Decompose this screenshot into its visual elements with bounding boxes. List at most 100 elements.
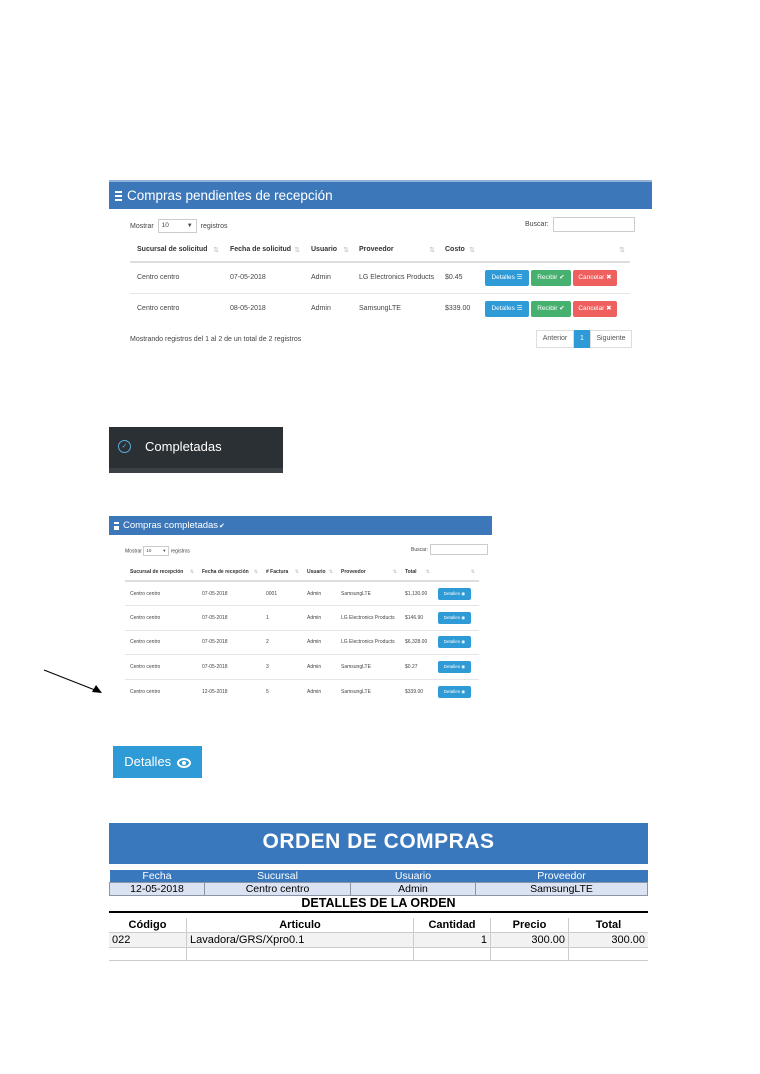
col-precio: Precio bbox=[490, 918, 569, 933]
cell-fecha: 07-05-2018 bbox=[225, 261, 306, 293]
cell-proveedor: SamsungLTE bbox=[337, 678, 401, 704]
header-fecha: Fecha bbox=[142, 870, 172, 882]
search-label: Buscar: bbox=[525, 221, 549, 228]
value-fecha: 12-05-2018 bbox=[109, 882, 205, 896]
completed-tab-label: Completadas bbox=[145, 439, 222, 454]
details-button[interactable]: Detalles ◉ bbox=[438, 685, 471, 698]
details-button[interactable]: Detalles ◉ bbox=[438, 587, 471, 600]
cell-actions: Detalles ◉ bbox=[434, 605, 479, 630]
eye-icon bbox=[176, 757, 191, 768]
details-label: Detalles bbox=[443, 688, 461, 694]
prev-page-button[interactable]: Anterior bbox=[536, 330, 574, 348]
times-icon: ✖ bbox=[606, 273, 612, 281]
cancel-button[interactable]: Cancelar ✖ bbox=[572, 300, 617, 317]
check-circle-icon: ✓ bbox=[118, 440, 131, 453]
cell-sucursal: Centro centro bbox=[125, 654, 198, 679]
details-button[interactable]: Detalles ☰ bbox=[485, 300, 529, 317]
col-factura[interactable]: # Factura ⇅ bbox=[262, 565, 303, 582]
list-icon: ☰ bbox=[516, 273, 523, 281]
cell-fecha: 12-05-2018 bbox=[198, 678, 262, 704]
col-proveedor[interactable]: Proveedor ⇅ bbox=[337, 565, 401, 582]
completed-row: Centro centro 07-05-2018 0001 Admin SamsungL… bbox=[125, 580, 479, 606]
details-label: Detalles bbox=[443, 614, 461, 620]
receive-button[interactable]: Recibir ✔ bbox=[530, 269, 571, 286]
details-button[interactable]: Detalles ◉ bbox=[438, 611, 471, 624]
cell-actions: Detalles ☰ Recibir ✔ Cancelar ✖ bbox=[480, 261, 630, 293]
details-label: Detalles bbox=[443, 639, 461, 645]
order-header-values: 12-05-2018 Centro centro Admin SamsungLT… bbox=[109, 882, 648, 896]
order-title: ORDEN DE COMPRAS bbox=[109, 823, 648, 864]
page-size-select[interactable]: 10 ▼ bbox=[157, 219, 197, 233]
completed-tab[interactable]: ✓ Completadas bbox=[109, 427, 283, 473]
cell-fecha: 07-05-2018 bbox=[198, 654, 262, 679]
cell-costo: $0.45 bbox=[440, 261, 480, 293]
show-label: Mostrar bbox=[125, 548, 142, 555]
cell-actions: Detalles ◉ bbox=[434, 580, 479, 606]
cell-sucursal: Centro centro bbox=[130, 292, 225, 324]
page-size-select[interactable]: 10 ▼ bbox=[143, 546, 170, 556]
order-item-row: 022 Lavadora/GRS/Xpro0.1 1 300.00 300.00 bbox=[109, 932, 648, 947]
details-button[interactable]: Detalles ◉ bbox=[438, 660, 471, 673]
col-fecha[interactable]: Fecha de solicitud ⇅ bbox=[225, 240, 306, 263]
eye-icon: ◉ bbox=[460, 639, 466, 645]
eye-icon: ◉ bbox=[460, 590, 466, 596]
next-page-button[interactable]: Siguiente bbox=[590, 330, 632, 348]
completed-row: Centro centro 12-05-2018 5 Admin SamsungLTE $… bbox=[125, 678, 479, 704]
col-usuario[interactable]: Usuario ⇅ bbox=[303, 565, 337, 582]
receive-button[interactable]: Recibir ✔ bbox=[530, 300, 571, 317]
eye-icon: ◉ bbox=[460, 614, 466, 620]
records-label: registros bbox=[170, 548, 190, 555]
list-icon: ☰ bbox=[516, 304, 523, 312]
pending-row: Centro centro 08-05-2018 Admin SamsungLT… bbox=[130, 292, 630, 324]
item-precio: 300.00 bbox=[490, 932, 569, 947]
cell-fecha: 08-05-2018 bbox=[225, 292, 306, 324]
cell-fecha: 07-05-2018 bbox=[198, 629, 262, 655]
cell-factura: 5 bbox=[262, 678, 303, 704]
col-total[interactable]: Total ⇅ bbox=[401, 565, 434, 582]
page-1-button[interactable]: 1 bbox=[574, 330, 590, 348]
cancel-button[interactable]: Cancelar ✖ bbox=[572, 269, 617, 286]
completed-row: Centro centro 07-05-2018 3 Admin SamsungLTE $… bbox=[125, 654, 479, 679]
cell-factura: 1 bbox=[262, 605, 303, 630]
search-box: Buscar: bbox=[525, 217, 635, 232]
details-label: Detalles bbox=[443, 663, 461, 669]
col-proveedor[interactable]: Proveedor ⇅ bbox=[354, 240, 440, 263]
item-cantidad: 1 bbox=[413, 932, 491, 947]
records-label: registros bbox=[200, 222, 228, 230]
list-icon bbox=[114, 521, 119, 530]
completed-row: Centro centro 07-05-2018 2 Admin LG Electron… bbox=[125, 629, 479, 655]
cell-proveedor: LG Electronics Products bbox=[337, 605, 401, 630]
order-header-table: Fecha Sucursal Usuario Proveedor 12-05-2… bbox=[109, 870, 648, 896]
details-label: Detalles bbox=[443, 590, 461, 596]
header-sucursal: Sucursal bbox=[257, 870, 298, 882]
completed-panel: Compras completadas ✔ Mostrar 10 ▼ regis… bbox=[109, 516, 492, 706]
details-button-large[interactable]: Detalles bbox=[113, 746, 202, 778]
page-size-control: Mostrar 10 ▼ registros bbox=[125, 546, 190, 556]
col-usuario[interactable]: Usuario ⇅ bbox=[306, 240, 354, 263]
col-costo[interactable]: Costo ⇅ bbox=[440, 240, 480, 263]
col-articulo: Articulo bbox=[186, 918, 414, 933]
col-cantidad: Cantidad bbox=[413, 918, 491, 933]
pending-row: Centro centro 07-05-2018 Admin LG Electr… bbox=[130, 261, 630, 293]
details-button[interactable]: Detalles ☰ bbox=[485, 269, 529, 286]
item-articulo: Lavadora/GRS/Xpro0.1 bbox=[186, 932, 414, 947]
order-items-table: Código Articulo Cantidad Precio Total 02… bbox=[109, 918, 648, 961]
cell-usuario: Admin bbox=[303, 629, 337, 655]
arrow-annotation bbox=[43, 669, 102, 693]
cell-actions: Detalles ◉ bbox=[434, 654, 479, 679]
item-codigo: 022 bbox=[109, 932, 187, 947]
eye-icon: ◉ bbox=[460, 663, 466, 669]
search-input[interactable] bbox=[429, 544, 488, 555]
col-sucursal[interactable]: Sucursal de recepción ⇅ bbox=[125, 565, 198, 582]
col-codigo: Código bbox=[109, 918, 187, 933]
search-input[interactable] bbox=[552, 217, 635, 232]
cell-total: $1,130.00 bbox=[401, 580, 434, 606]
col-sucursal[interactable]: Sucursal de solicitud ⇅ bbox=[130, 240, 225, 263]
col-fecha[interactable]: Fecha de recepción ⇅ bbox=[198, 565, 262, 582]
pagination: Anterior 1 Siguiente bbox=[536, 330, 632, 348]
cell-usuario: Admin bbox=[306, 261, 354, 293]
details-button[interactable]: Detalles ◉ bbox=[438, 636, 471, 649]
eye-icon: ◉ bbox=[460, 688, 466, 694]
col-actions: ⇅ bbox=[480, 240, 630, 263]
pending-table: Sucursal de solicitud ⇅ Fecha de solicitu… bbox=[130, 240, 630, 324]
